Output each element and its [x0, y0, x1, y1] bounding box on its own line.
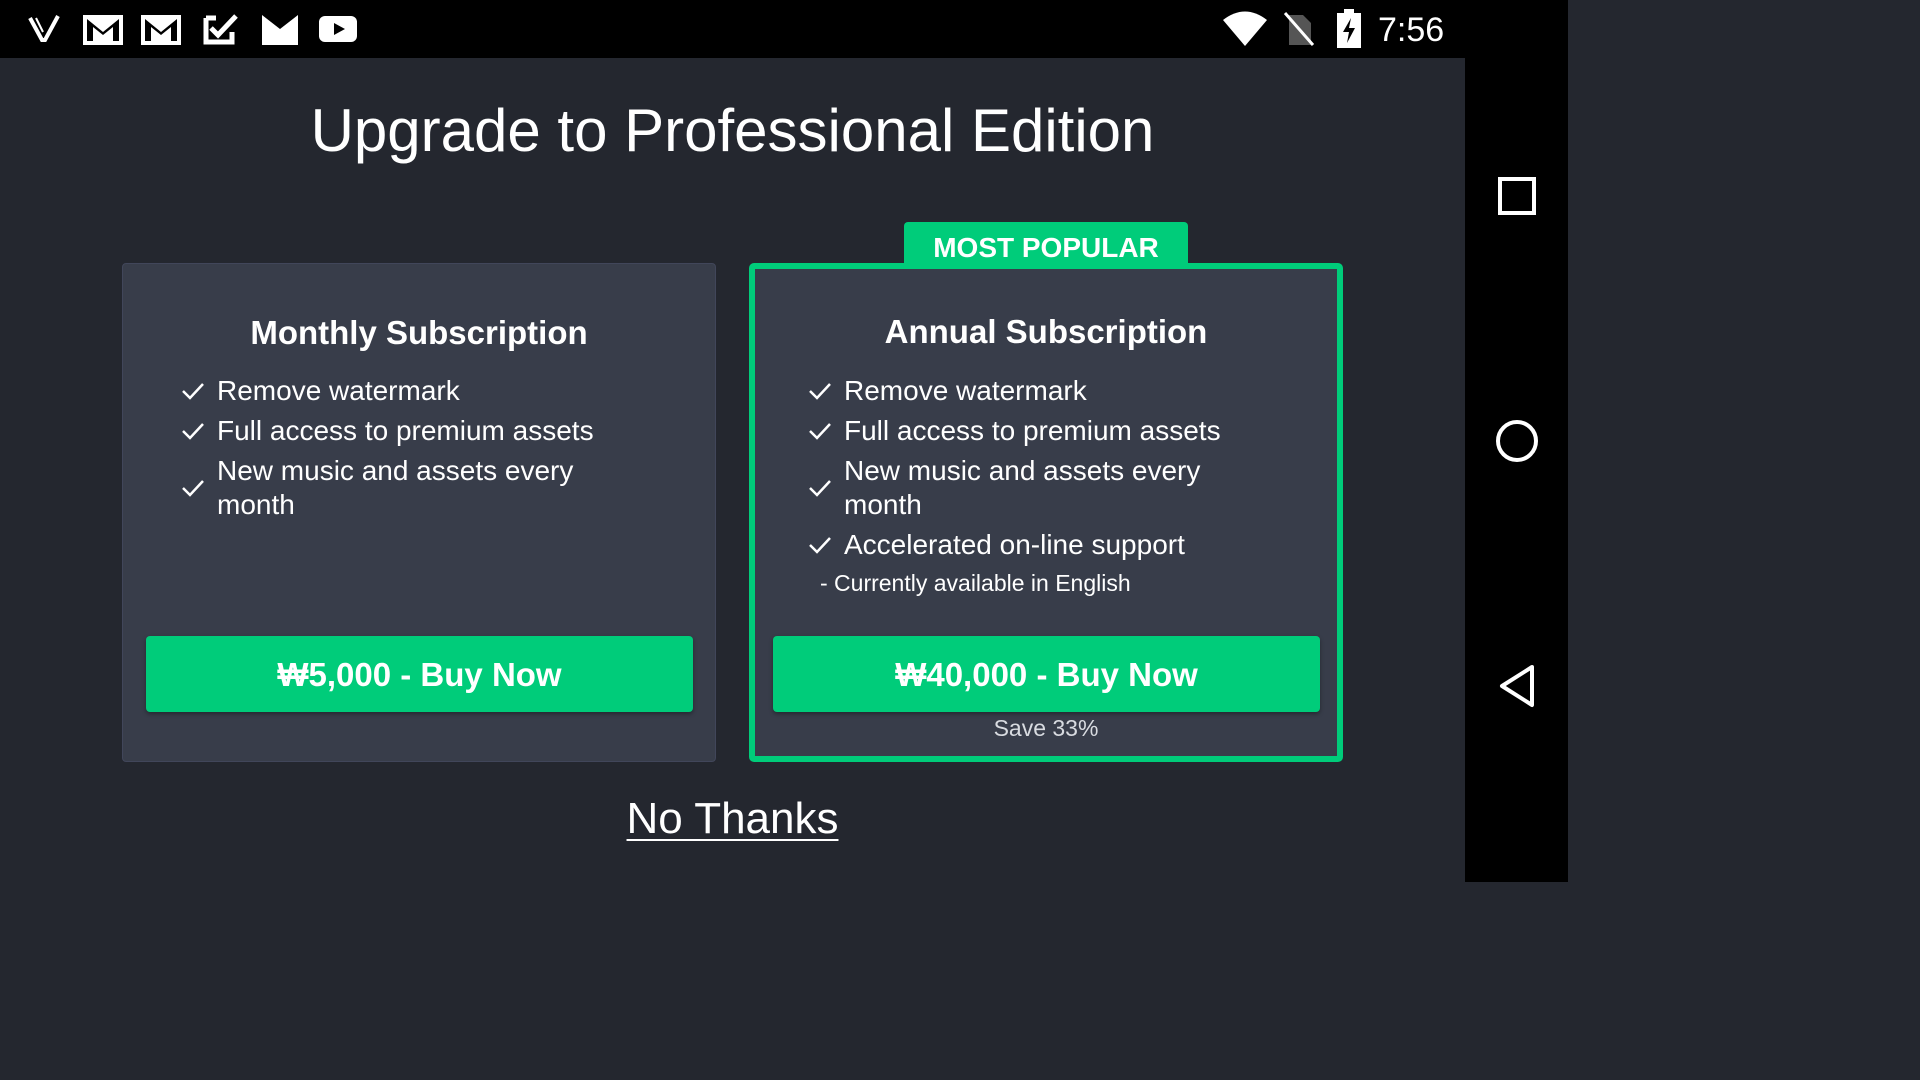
- back-icon[interactable]: [1487, 656, 1547, 716]
- feature-item: Remove watermark: [181, 374, 651, 408]
- no-sim-icon: [1282, 10, 1316, 48]
- check-icon: [809, 383, 831, 400]
- feature-item: Full access to premium assets: [808, 414, 1278, 448]
- gmail-icon: [140, 10, 182, 48]
- annual-plan-title: Annual Subscription: [884, 313, 1208, 350]
- recent-apps-icon[interactable]: [1487, 166, 1547, 226]
- gmail-m-icon: [260, 10, 300, 48]
- feature-label: Remove watermark: [844, 375, 1087, 406]
- feature-item: Remove watermark: [808, 374, 1278, 408]
- check-icon: [182, 480, 204, 497]
- tasks-check-icon: [202, 10, 240, 48]
- feature-item: New music and assets every month: [181, 454, 617, 522]
- feature-label: Remove watermark: [217, 375, 460, 406]
- feature-label: Full access to premium assets: [844, 415, 1221, 446]
- monthly-buy-button[interactable]: ₩5,000 - Buy Now: [146, 636, 693, 712]
- battery-charging-icon: [1334, 9, 1364, 48]
- monthly-plan-card: Monthly Subscription Remove watermark Fu…: [122, 263, 716, 762]
- no-thanks-link[interactable]: No Thanks: [627, 794, 839, 843]
- no-thanks-area: No Thanks: [0, 792, 1465, 846]
- feature-label: New music and assets every month: [844, 455, 1201, 520]
- annual-plan-card: Annual Subscription Remove watermark Ful…: [749, 263, 1343, 762]
- page-title: Upgrade to Professional Edition: [310, 97, 1155, 164]
- status-time: 7:56: [1378, 11, 1445, 49]
- status-bar: 7:56: [0, 0, 1568, 58]
- check-icon: [182, 423, 204, 440]
- vllo-app-icon: [26, 10, 62, 48]
- feature-item: New music and assets every month: [808, 454, 1244, 522]
- youtube-icon: [318, 10, 358, 48]
- monthly-feature-list: Remove watermark Full access to premium …: [181, 374, 651, 528]
- feature-label: New music and assets every month: [217, 455, 574, 520]
- annual-feature-list: Remove watermark Full access to premium …: [808, 374, 1278, 598]
- check-icon: [809, 423, 831, 440]
- home-icon[interactable]: [1487, 411, 1547, 471]
- save-percent-note: Save 33%: [993, 715, 1099, 741]
- support-language-note: - Currently available in English: [820, 570, 1131, 596]
- monthly-plan-title: Monthly Subscription: [250, 314, 588, 351]
- feature-item: Accelerated on-line support: [808, 528, 1278, 562]
- check-icon: [182, 383, 204, 400]
- feature-label: Full access to premium assets: [217, 415, 594, 446]
- wifi-icon: [1222, 10, 1268, 48]
- check-icon: [809, 480, 831, 497]
- feature-item: Full access to premium assets: [181, 414, 651, 448]
- check-icon: [809, 537, 831, 554]
- annual-buy-button[interactable]: ₩40,000 - Buy Now: [773, 636, 1320, 712]
- gmail-icon: [82, 10, 124, 48]
- feature-label: Accelerated on-line support: [844, 529, 1185, 560]
- navigation-bar: [1465, 58, 1568, 882]
- most-popular-badge: MOST POPULAR: [904, 222, 1188, 264]
